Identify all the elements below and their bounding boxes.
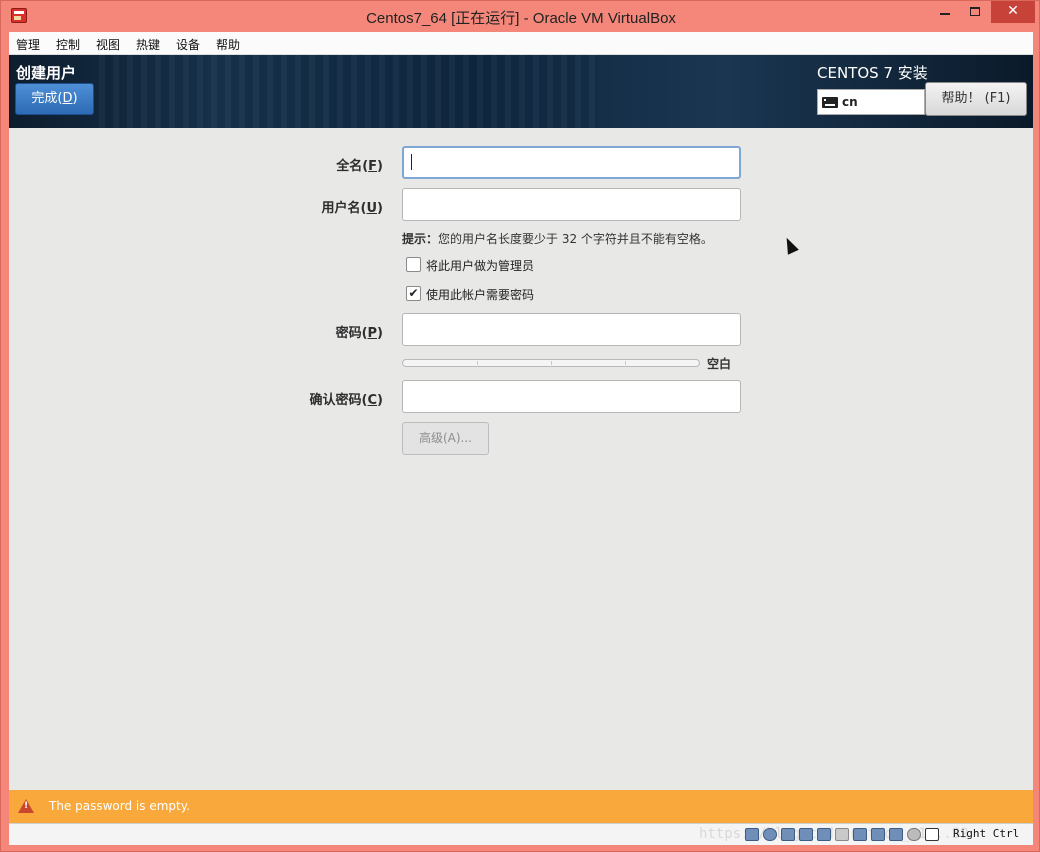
done-button-suffix: ): [72, 91, 78, 106]
username-hint: 提示：您的用户名长度要少于 32 个字符并且不能有空格。: [402, 230, 713, 247]
require-password-checkbox[interactable]: ✔: [406, 286, 421, 301]
install-title: CENTOS 7 安装: [817, 64, 928, 82]
mouse-pointer-icon: [781, 235, 799, 255]
usb-icon[interactable]: [817, 828, 831, 841]
username-label: 用户名(U): [263, 197, 383, 216]
page-title: 创建用户: [16, 64, 77, 82]
menu-item-help[interactable]: 帮助: [216, 36, 240, 53]
installer-header: 创建用户 完成(D) CENTOS 7 安装 cn 帮助！ (F1): [9, 55, 1033, 128]
confirm-password-input[interactable]: [402, 380, 741, 413]
keyboard-layout-label: cn: [842, 95, 858, 109]
done-button[interactable]: 完成(D): [15, 83, 94, 115]
close-icon: ✕: [1007, 3, 1019, 19]
menu-bar: 管理 控制 视图 热键 设备 帮助: [9, 32, 1033, 55]
maximize-button[interactable]: [961, 1, 989, 23]
strength-segment-divider: [477, 361, 478, 365]
username-mnemonic: U: [366, 201, 378, 216]
audio-icon[interactable]: [781, 828, 795, 841]
confirm-label-text: 确认密码(: [309, 393, 368, 408]
menu-item-manage[interactable]: 管理: [16, 36, 40, 53]
advanced-button[interactable]: 高级(A)...: [402, 422, 489, 455]
fullname-label: 全名(F): [263, 155, 383, 174]
warning-text: The password is empty.: [49, 799, 190, 813]
fullname-mnemonic: F: [368, 159, 378, 174]
optical-drive-icon[interactable]: [763, 828, 777, 841]
confirm-mnemonic: C: [367, 393, 378, 408]
minimize-icon: [940, 13, 950, 15]
header-background-pattern: [99, 55, 599, 128]
display-icon[interactable]: [853, 828, 867, 841]
confirm-label-close: ): [377, 393, 383, 408]
vm-status-bar: https://blog.csdn.net/qq_41...39 Right C…: [9, 823, 1033, 845]
password-label: 密码(P): [263, 322, 383, 341]
username-label-close: ): [377, 201, 383, 216]
menu-item-hotkeys[interactable]: 热键: [136, 36, 160, 53]
username-input[interactable]: [402, 188, 741, 221]
admin-checkbox-label[interactable]: 将此用户做为管理员: [426, 257, 534, 274]
strength-segment-divider: [625, 361, 626, 365]
done-button-mnemonic: D: [62, 91, 73, 106]
hint-prefix: 提示：: [402, 232, 439, 246]
menu-item-devices[interactable]: 设备: [176, 36, 200, 53]
warning-icon: [18, 799, 34, 813]
vm-screen[interactable]: 创建用户 完成(D) CENTOS 7 安装 cn 帮助！ (F1) 全名(F)…: [9, 55, 1033, 823]
fullname-label-text: 全名(: [336, 159, 369, 174]
text-caret: [411, 154, 412, 170]
confirm-password-label: 确认密码(C): [263, 389, 383, 408]
strength-segment-divider: [551, 361, 552, 365]
menu-item-control[interactable]: 控制: [56, 36, 80, 53]
close-button[interactable]: ✕: [991, 1, 1035, 23]
window-title: Centos7_64 [正在运行] - Oracle VM VirtualBox: [366, 10, 676, 27]
keyboard-icon: [822, 97, 840, 108]
keyboard-layout-indicator[interactable]: cn: [817, 89, 925, 115]
admin-checkbox[interactable]: [406, 257, 421, 272]
title-bar: Centos7_64 [正在运行] - Oracle VM VirtualBox…: [1, 1, 1040, 31]
mouse-integration-icon[interactable]: [907, 828, 921, 841]
warning-bar[interactable]: The password is empty.: [9, 790, 1033, 823]
help-button[interactable]: 帮助！ (F1): [925, 82, 1027, 116]
require-password-checkbox-label[interactable]: 使用此帐户需要密码: [426, 286, 534, 303]
cpu-virtualization-icon[interactable]: [889, 828, 903, 841]
password-input[interactable]: [402, 313, 741, 346]
virtualbox-window: Centos7_64 [正在运行] - Oracle VM VirtualBox…: [0, 0, 1040, 852]
maximize-icon: [970, 7, 980, 16]
hint-text: 您的用户名长度要少于 32 个字符并且不能有空格。: [438, 232, 713, 246]
fullname-input[interactable]: [402, 146, 741, 179]
fullname-label-close: ): [377, 159, 383, 174]
password-label-text: 密码(: [335, 326, 368, 341]
keyboard-capture-icon[interactable]: [925, 828, 939, 841]
checkmark-icon: ✔: [408, 286, 419, 300]
username-label-text: 用户名(: [321, 201, 367, 216]
network-icon[interactable]: [799, 828, 813, 841]
host-key-label: Right Ctrl: [953, 827, 1020, 840]
done-button-label: 完成(: [31, 91, 63, 106]
password-strength-label: 空白: [707, 357, 732, 371]
shared-folder-icon[interactable]: [835, 828, 849, 841]
password-label-close: ): [377, 326, 383, 341]
password-mnemonic: P: [367, 326, 378, 341]
video-capture-icon[interactable]: [871, 828, 885, 841]
password-strength-bar: [402, 359, 700, 367]
menu-item-view[interactable]: 视图: [96, 36, 120, 53]
storage-icon[interactable]: [745, 828, 759, 841]
minimize-button[interactable]: [931, 1, 959, 23]
